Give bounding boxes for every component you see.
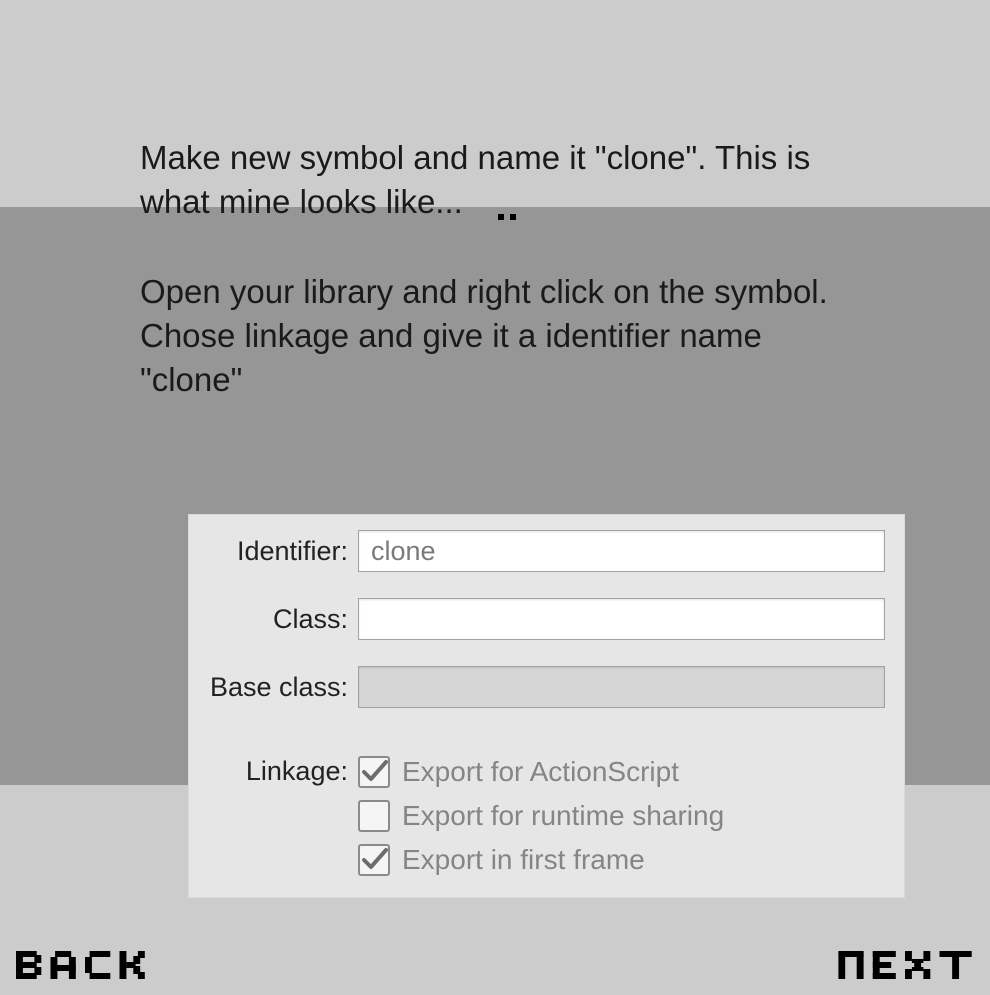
back-button[interactable]: [16, 951, 152, 983]
identifier-label: Identifier:: [188, 536, 358, 567]
linkage-dialog: Identifier: Class: Base class: Linkage: …: [188, 514, 905, 898]
instruction-line1a: Make new symbol and name it "clone". Thi…: [140, 139, 810, 176]
export-first-frame-checkbox[interactable]: [358, 844, 390, 876]
class-label: Class:: [188, 604, 358, 635]
export-actionscript-label: Export for ActionScript: [402, 756, 679, 788]
next-button[interactable]: [838, 951, 974, 983]
linkage-label: Linkage:: [188, 754, 358, 787]
next-glyph: [838, 951, 974, 983]
instructions: Make new symbol and name it "clone". Thi…: [140, 136, 860, 401]
export-actionscript-checkbox[interactable]: [358, 756, 390, 788]
back-glyph: [16, 951, 152, 983]
export-runtime-checkbox[interactable]: [358, 800, 390, 832]
export-first-frame-label: Export in first frame: [402, 844, 645, 876]
identifier-input[interactable]: [358, 530, 885, 572]
class-input[interactable]: [358, 598, 885, 640]
base-class-input: [358, 666, 885, 708]
instruction-para2: Open your library and right click on the…: [140, 270, 860, 402]
base-class-label: Base class:: [188, 672, 358, 703]
instruction-line1b: what mine looks like...: [140, 183, 463, 220]
export-runtime-label: Export for runtime sharing: [402, 800, 724, 832]
